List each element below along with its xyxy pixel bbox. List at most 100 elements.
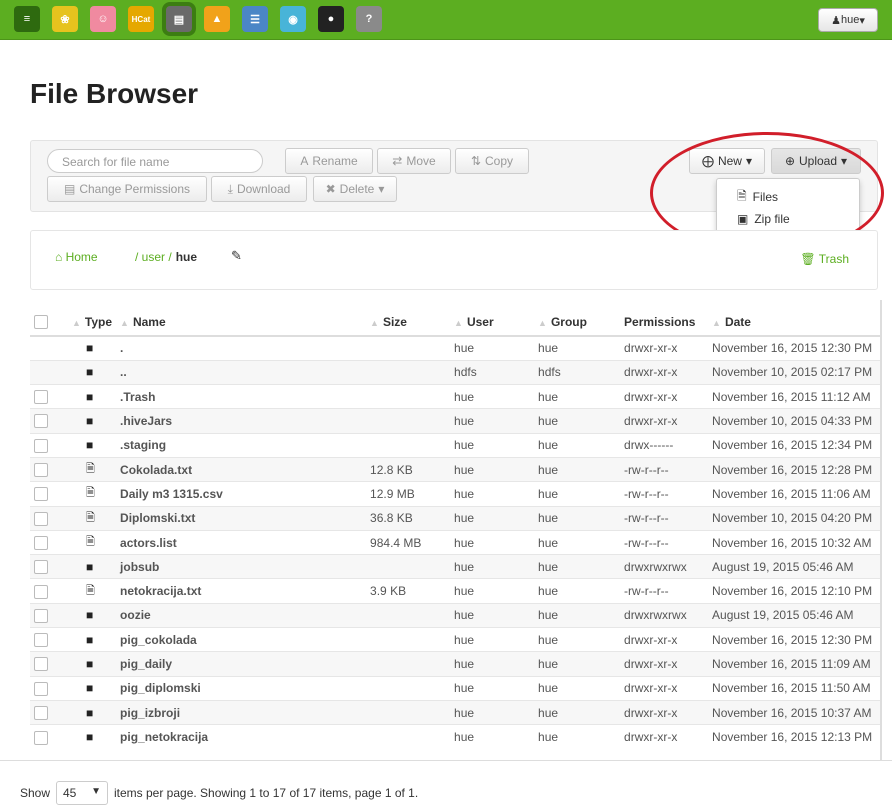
- file-name-link[interactable]: pig_diplomski: [116, 675, 367, 701]
- change-permissions-button[interactable]: ▤ Change Permissions: [47, 176, 207, 202]
- file-icon: 🗎: [86, 584, 95, 597]
- type-column-header[interactable]: ▲ Type: [68, 308, 117, 337]
- breadcrumb-home-link[interactable]: ⌂ Home: [55, 250, 98, 264]
- permissions-column-header[interactable]: Permissions: [620, 308, 709, 337]
- size-column-header[interactable]: ▲ Size: [366, 308, 451, 337]
- table-row[interactable]: 🗎 Daily m3 1315.csv 12.9 MB hue hue -rw-r--r-…: [30, 481, 880, 507]
- file-name-link[interactable]: .hiveJars: [116, 408, 367, 434]
- file-size: 3.9 KB: [366, 578, 451, 604]
- file-name-link[interactable]: .Trash: [116, 384, 367, 409]
- user-column-header[interactable]: ▲ User: [450, 308, 535, 337]
- copy-button[interactable]: ⇅ Copy: [455, 148, 529, 174]
- file-name-link[interactable]: pig_izbroji: [116, 699, 367, 725]
- user-menu-button[interactable]: ♟ hue ▾: [818, 8, 878, 32]
- file-browser-icon[interactable]: ▤: [162, 2, 196, 36]
- table-row[interactable]: 🗎 actors.list 984.4 MB hue hue -rw-r--r-- Nove…: [30, 529, 880, 555]
- table-row[interactable]: ■ .hiveJars hue hue drwxr-xr-x November 10, 2…: [30, 408, 880, 434]
- job-designer-icon[interactable]: ▲: [204, 6, 230, 32]
- file-name-link[interactable]: pig_cokolada: [116, 627, 367, 652]
- row-checkbox[interactable]: [34, 706, 48, 721]
- date-column-header[interactable]: ▲ Date: [708, 308, 880, 337]
- file-size: [366, 627, 451, 652]
- upload-zip-item[interactable]: ▣ Zip file: [717, 208, 859, 230]
- file-icon: 🗎: [86, 463, 95, 476]
- row-checkbox[interactable]: [34, 390, 48, 405]
- delete-button[interactable]: ✖ Delete ▾: [313, 176, 397, 202]
- row-checkbox[interactable]: [34, 633, 48, 648]
- hue-logo-icon[interactable]: ≡: [14, 6, 40, 32]
- row-checkbox[interactable]: [34, 414, 48, 429]
- name-column-header[interactable]: ▲ Name: [116, 308, 367, 337]
- row-checkbox[interactable]: [34, 681, 48, 696]
- job-browser-icon[interactable]: ☰: [242, 6, 268, 32]
- row-checkbox[interactable]: [34, 511, 48, 526]
- oozie-icon[interactable]: ◉: [280, 6, 306, 32]
- table-row[interactable]: ■.. hdfs hdfs drwxr-xr-x November 10, 2015 0…: [30, 359, 880, 385]
- pig-icon[interactable]: ☺: [90, 6, 116, 32]
- file-group: hue: [534, 505, 621, 531]
- trash-link[interactable]: 🗑 Trash: [800, 252, 849, 266]
- rename-button[interactable]: A Rename: [285, 148, 373, 174]
- file-name-link[interactable]: .: [116, 335, 367, 361]
- file-name-link[interactable]: pig_netokracija: [116, 724, 367, 750]
- file-name-link[interactable]: Cokolada.txt: [116, 456, 367, 482]
- row-checkbox[interactable]: [34, 730, 48, 745]
- move-button[interactable]: ⇄ Move: [377, 148, 451, 174]
- folder-icon: ■: [86, 681, 94, 696]
- file-name-link[interactable]: pig_daily: [116, 651, 367, 677]
- table-row[interactable]: ■ .staging hue hue drwx------ November 16, 20…: [30, 432, 880, 458]
- table-row[interactable]: ■ pig_cokolada hue hue drwxr-xr-x November 16…: [30, 627, 880, 652]
- table-row[interactable]: ■ pig_izbroji hue hue drwxr-xr-x November 16,…: [30, 699, 880, 725]
- file-group: hue: [534, 578, 621, 604]
- row-checkbox[interactable]: [34, 438, 48, 453]
- help-icon[interactable]: ?: [356, 6, 382, 32]
- move-icon: ⇄: [392, 154, 403, 168]
- row-checkbox[interactable]: [34, 608, 48, 623]
- file-name-link[interactable]: Daily m3 1315.csv: [116, 481, 367, 507]
- table-row[interactable]: ■ pig_netokracija hue hue drwxr-xr-x November…: [30, 724, 880, 750]
- table-row[interactable]: 🗎 netokracija.txt 3.9 KB hue hue -rw-r--r-- No…: [30, 578, 880, 604]
- file-name-link[interactable]: .staging: [116, 432, 367, 458]
- upload-button[interactable]: ⊕ Upload ▾: [771, 148, 861, 174]
- new-button[interactable]: ⨁ New ▾: [689, 148, 765, 174]
- table-row[interactable]: ■ oozie hue hue drwxrwxrwx August 19, 2015 05…: [30, 602, 880, 628]
- row-checkbox[interactable]: [34, 487, 48, 502]
- file-name-link[interactable]: oozie: [116, 602, 367, 628]
- group-column-header[interactable]: ▲ Group: [534, 308, 621, 337]
- table-row[interactable]: ■ pig_daily hue hue drwxr-xr-x November 16, 2…: [30, 651, 880, 677]
- scrollbar[interactable]: [880, 300, 882, 760]
- change-permissions-label: Change Permissions: [79, 182, 191, 196]
- table-row[interactable]: ■ jobsub hue hue drwxrwxrwx August 19, 2015 0…: [30, 554, 880, 579]
- file-name-link[interactable]: ..: [116, 359, 367, 385]
- row-checkbox[interactable]: [34, 463, 48, 478]
- file-user: hue: [450, 699, 535, 725]
- table-row[interactable]: ■ pig_diplomski hue hue drwxr-xr-x November 1…: [30, 675, 880, 701]
- row-checkbox[interactable]: [34, 560, 48, 575]
- table-row[interactable]: 🗎 Cokolada.txt 12.8 KB hue hue -rw-r--r-- Nove…: [30, 456, 880, 482]
- row-checkbox[interactable]: [34, 584, 48, 599]
- file-name-link[interactable]: jobsub: [116, 554, 367, 579]
- file-group: hue: [534, 602, 621, 628]
- download-button[interactable]: ⤓ Download: [211, 176, 307, 202]
- file-user: hdfs: [450, 359, 535, 385]
- items-per-page-select[interactable]: 45 ▼: [56, 781, 108, 805]
- file-size: [366, 699, 451, 725]
- file-name-link[interactable]: Diplomski.txt: [116, 505, 367, 531]
- upload-files-item[interactable]: 🗎 Files: [717, 186, 859, 208]
- table-row[interactable]: ■. hue hue drwxr-xr-x November 16, 2015 12:3…: [30, 335, 880, 361]
- pencil-icon[interactable]: ✎: [231, 248, 242, 264]
- search-input[interactable]: Search for file name: [47, 149, 263, 173]
- breadcrumb-path[interactable]: / user / hue: [135, 250, 197, 264]
- file-name-link[interactable]: netokracija.txt: [116, 578, 367, 604]
- table-row[interactable]: ■ .Trash hue hue drwxr-xr-x November 16, 2015…: [30, 384, 880, 409]
- file-icon: 🗎: [737, 188, 747, 203]
- hcat-icon[interactable]: HCat: [128, 6, 154, 32]
- hive-bee-icon[interactable]: ❀: [52, 6, 78, 32]
- table-row[interactable]: 🗎 Diplomski.txt 36.8 KB hue hue -rw-r--r-- Nov…: [30, 505, 880, 531]
- gift-icon: ▣: [737, 212, 749, 226]
- select-all-checkbox[interactable]: [34, 314, 48, 329]
- file-name-link[interactable]: actors.list: [116, 529, 367, 555]
- row-checkbox[interactable]: [34, 657, 48, 672]
- user-admin-icon[interactable]: ●: [318, 6, 344, 32]
- row-checkbox[interactable]: [34, 535, 48, 550]
